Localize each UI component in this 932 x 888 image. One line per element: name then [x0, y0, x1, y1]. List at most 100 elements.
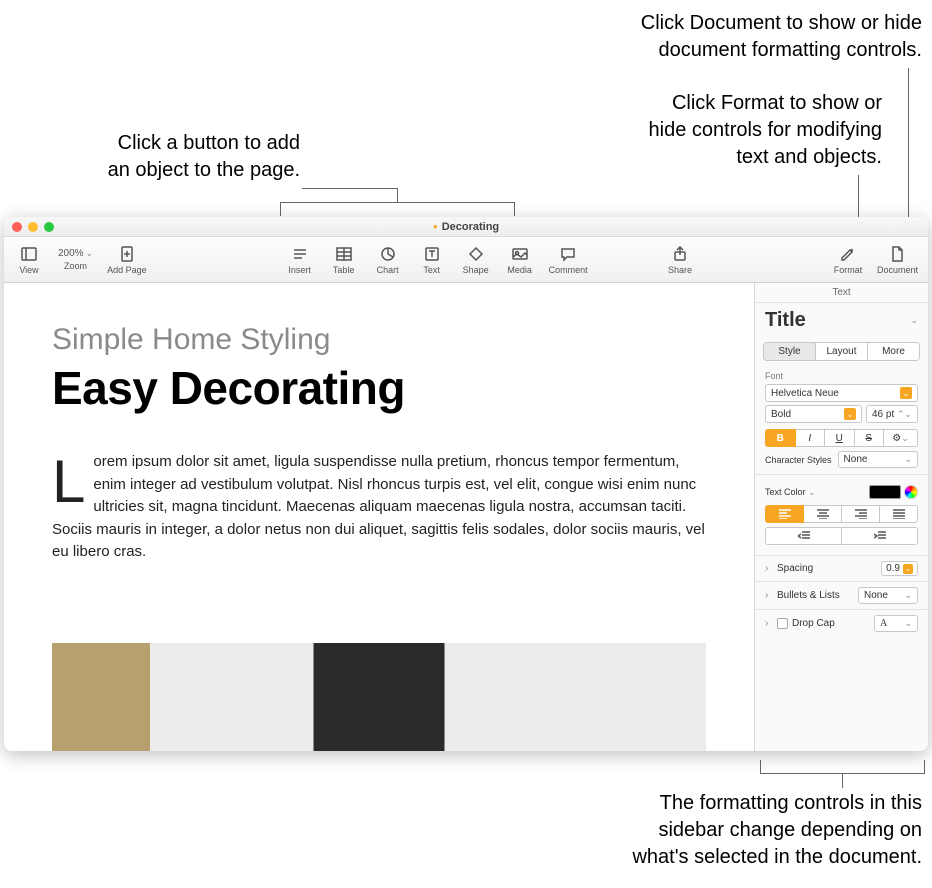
document-button[interactable]: Document [877, 245, 918, 275]
bold-button[interactable]: B [765, 429, 796, 447]
toolbar-label: Comment [549, 265, 588, 275]
page-subtitle: Simple Home Styling [52, 323, 706, 357]
share-icon [671, 245, 689, 263]
callout-line [397, 188, 398, 202]
callout-text: hide controls for modifying [542, 117, 882, 144]
callout-line [858, 175, 859, 217]
text-color-swatch[interactable] [869, 485, 901, 499]
window-title: Decorating [4, 221, 928, 233]
toolbar-label: Shape [463, 265, 489, 275]
callout-sidebar: The formatting controls in this sidebar … [302, 790, 922, 871]
spacing-label: Spacing [777, 563, 813, 574]
page-headline: Easy Decorating [52, 361, 706, 415]
gear-icon: ⚙ [892, 433, 901, 444]
align-center-button[interactable] [804, 505, 842, 523]
tab-layout[interactable]: Layout [815, 343, 867, 360]
text-button[interactable]: Text [417, 245, 447, 275]
format-button[interactable]: Format [833, 245, 863, 275]
zoom-button-tb[interactable]: 200% ⌄ Zoom [58, 248, 93, 271]
toolbar-label: Add Page [107, 265, 147, 275]
chart-button[interactable]: Chart [373, 245, 403, 275]
sidebar-header: Text [755, 283, 928, 303]
strike-label: S [865, 433, 872, 444]
chevron-down-icon: ⌄ [901, 433, 909, 444]
document-canvas[interactable]: Simple Home Styling Easy Decorating Lore… [4, 283, 754, 751]
font-weight-select[interactable]: Bold ⌄ [765, 405, 862, 423]
callout-line [842, 774, 843, 788]
paragraph-style-picker[interactable]: Title ⌄ [755, 303, 928, 336]
align-left-button[interactable] [765, 505, 804, 523]
app-window: Decorating View 200% ⌄ Zoom Add Page Ins… [4, 217, 928, 751]
callout-text: Click Format to show or [542, 90, 882, 117]
callout-text: Click Document to show or hide [502, 10, 922, 37]
media-button[interactable]: Media [505, 245, 535, 275]
char-styles-value: None [844, 454, 868, 465]
color-wheel-button[interactable] [904, 485, 918, 499]
table-icon [335, 245, 353, 263]
bullets-select[interactable]: None ⌄ [858, 587, 918, 604]
text-color-label: Text Color ⌄ [765, 487, 816, 498]
callout-text: document formatting controls. [502, 37, 922, 64]
chevron-down-icon: ⌄ [910, 315, 918, 326]
font-family-value: Helvetica Neue [771, 388, 839, 399]
toolbar-label: Media [507, 265, 532, 275]
page-image [52, 643, 706, 751]
table-button[interactable]: Table [329, 245, 359, 275]
comment-icon [559, 245, 577, 263]
italic-button[interactable]: I [796, 429, 826, 447]
zoom-value: 200% ⌄ [58, 248, 93, 259]
underline-button[interactable]: U [825, 429, 855, 447]
media-icon [511, 245, 529, 263]
indent-buttons [765, 527, 918, 545]
callout-line [908, 68, 909, 217]
spacing-field[interactable]: 0.9 ⌄ [881, 561, 918, 576]
dropcap-checkbox[interactable] [777, 618, 788, 629]
font-family-select[interactable]: Helvetica Neue ⌄ [765, 384, 918, 402]
add-page-button[interactable]: Add Page [107, 245, 147, 275]
spacing-disclosure[interactable]: Spacing 0.9 ⌄ [755, 555, 928, 581]
underline-label: U [836, 433, 843, 444]
alignment-buttons [765, 505, 918, 523]
document-icon [888, 245, 906, 263]
page-body: Lorem ipsum dolor sit amet, ligula suspe… [52, 451, 706, 564]
align-justify-button[interactable] [880, 505, 918, 523]
outdent-button[interactable] [765, 527, 842, 545]
toolbar-label: Share [668, 265, 692, 275]
tab-style[interactable]: Style [764, 343, 815, 360]
dropcap-preview: A [880, 618, 887, 629]
format-buttons: B I U S ⚙⌄ [765, 429, 918, 447]
italic-label: I [808, 433, 811, 444]
advanced-options-button[interactable]: ⚙⌄ [884, 429, 918, 447]
char-styles-select[interactable]: None ⌄ [838, 451, 918, 468]
toolbar-label: Format [834, 265, 863, 275]
tab-more[interactable]: More [867, 343, 919, 360]
toolbar-label: Text [423, 265, 440, 275]
zoom-value-text: 200% [58, 248, 84, 259]
font-size-value: 46 pt [872, 409, 894, 420]
toolbar-label: Chart [377, 265, 399, 275]
shape-icon [467, 245, 485, 263]
shape-button[interactable]: Shape [461, 245, 491, 275]
text-icon [423, 245, 441, 263]
align-right-button[interactable] [842, 505, 880, 523]
callout-text: The formatting controls in this [302, 790, 922, 817]
sidebar-tabs: Style Layout More [763, 342, 920, 361]
indent-button[interactable] [842, 527, 918, 545]
callout-document: Click Document to show or hide document … [502, 10, 922, 64]
dropdown-arrow-icon: ⌄ [903, 564, 913, 574]
strike-button[interactable]: S [855, 429, 885, 447]
bullets-disclosure[interactable]: Bullets & Lists None ⌄ [755, 581, 928, 609]
bullets-label: Bullets & Lists [777, 590, 840, 601]
dropcap-label: Drop Cap [792, 618, 835, 629]
view-button[interactable]: View [14, 245, 44, 275]
chart-icon [379, 245, 397, 263]
share-button[interactable]: Share [665, 245, 695, 275]
insert-button[interactable]: Insert [285, 245, 315, 275]
callout-text: text and objects. [542, 144, 882, 171]
view-icon [20, 245, 38, 263]
chevron-down-icon: ⌄ [86, 248, 94, 259]
font-size-field[interactable]: 46 pt ⌃⌄ [866, 405, 918, 423]
dropcap-style-select[interactable]: A ⌄ [874, 615, 918, 632]
toolbar-label: Document [877, 265, 918, 275]
comment-button[interactable]: Comment [549, 245, 588, 275]
